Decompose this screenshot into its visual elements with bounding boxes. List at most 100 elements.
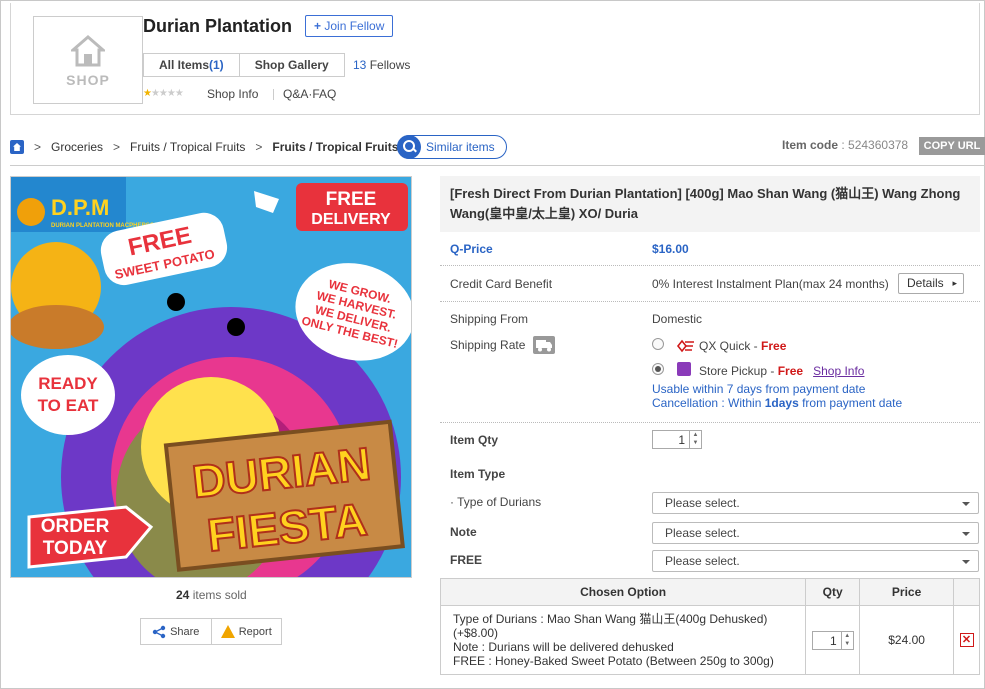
col-remove [953, 578, 980, 606]
tab-all-items-count: (1) [209, 58, 224, 72]
join-fellow-label: Join Fellow [324, 19, 385, 33]
remove-cell: ✕ [953, 605, 980, 675]
store-bag-icon [677, 362, 691, 376]
divider [273, 89, 274, 100]
shipping-rate-label: Shipping Rate [450, 338, 526, 352]
similar-items-button[interactable]: Similar items [397, 135, 507, 159]
chosen-option-desc: Type of Durians : Mao Shan Wang 猫山王(400g… [439, 605, 807, 675]
option-line: (+$8.00) [453, 626, 499, 640]
qa-faq-link[interactable]: Q&A·FAQ [283, 87, 336, 101]
item-qty-label: Item Qty [450, 433, 499, 447]
house-icon [68, 35, 108, 67]
item-code-value: 524360378 [848, 138, 909, 152]
chevron-right-icon: > [255, 140, 263, 154]
store-pickup-radio[interactable] [652, 363, 664, 375]
breadcrumb: > Groceries > Fruits / Tropical Fruits >… [10, 137, 408, 157]
type-of-durians-select[interactable]: Please select. [652, 492, 979, 514]
store-pickup-option: Store Pickup - Free Shop Info [699, 364, 864, 378]
ready-line1: READY [38, 374, 98, 393]
option-line: Note : Durians will be delivered dehuske… [453, 640, 674, 654]
divider [10, 165, 985, 166]
free-delivery-line1: FREE [326, 189, 377, 210]
shop-logo-text: SHOP [66, 72, 110, 88]
order-line1: ORDER [41, 516, 110, 537]
option-qty-value: 1 [830, 633, 837, 648]
qprice-value: $16.00 [652, 242, 689, 256]
truck-icon[interactable] [533, 336, 555, 354]
similar-items-label: Similar items [426, 140, 495, 154]
details-button[interactable]: Details [898, 273, 964, 294]
qx-quick-price: Free [761, 339, 787, 353]
star-icon: ★★★★ [150, 88, 184, 99]
join-fellow-button[interactable]: + Join Fellow [305, 15, 394, 37]
shop-name[interactable]: Durian Plantation [143, 16, 292, 37]
table-header-row: Chosen Option Qty Price [439, 578, 980, 606]
note-select[interactable]: Please select. [652, 522, 979, 544]
col-chosen-option: Chosen Option [439, 578, 807, 606]
item-code-label: Item code [782, 138, 839, 152]
search-icon [397, 135, 421, 159]
shipping-from-label: Shipping From [450, 312, 529, 326]
brand-text: D.P.M [51, 195, 109, 220]
shipping-from-value: Domestic [652, 312, 703, 326]
free-delivery-line2: DELIVERY [311, 211, 391, 228]
store-pickup-price: Free [777, 364, 804, 378]
divider [440, 422, 980, 423]
durian-mascot-icon [17, 198, 45, 226]
report-button[interactable]: Report [210, 619, 282, 644]
divider [440, 265, 980, 266]
stepper-arrows-icon[interactable]: ▲ ▼ [689, 431, 701, 448]
product-image[interactable]: D.P.M DURIAN PLANTATION MACPHERSON FREE … [10, 176, 412, 578]
order-line2: TODAY [43, 538, 108, 559]
cancel-note-post: from payment date [798, 396, 903, 410]
free-select[interactable]: Please select. [652, 550, 979, 572]
qx-quick-icon [676, 339, 696, 356]
chevron-right-icon: > [34, 140, 42, 154]
divider [440, 301, 980, 302]
item-qty-stepper[interactable]: 1 ▲ ▼ [652, 430, 702, 449]
product-banner: D.P.M DURIAN PLANTATION MACPHERSON FREE … [11, 177, 411, 577]
free-label: FREE [450, 553, 483, 567]
qprice-label: Q-Price [450, 242, 493, 256]
copy-url-button[interactable]: COPY URL [919, 137, 985, 155]
breadcrumb-groceries[interactable]: Groceries [51, 140, 103, 154]
item-code: Item code : 524360378 [782, 138, 909, 152]
home-icon[interactable] [10, 140, 24, 154]
item-qty-value: 1 [678, 433, 685, 447]
cancel-note-pre: Cancellation : Within [652, 396, 765, 410]
qx-quick-option: QX Quick - Free [699, 339, 786, 353]
tab-shop-gallery[interactable]: Shop Gallery [238, 54, 344, 76]
cancellation-note: Cancellation : Within 1days from payment… [652, 396, 902, 410]
product-title: [Fresh Direct From Durian Plantation] [4… [440, 176, 980, 232]
chosen-option-price: $24.00 [859, 605, 955, 675]
usable-note: Usable within 7 days from payment date [652, 382, 866, 396]
shop-tabs: All Items(1) Shop Gallery [143, 53, 345, 77]
breadcrumb-fruits[interactable]: Fruits / Tropical Fruits [130, 140, 245, 154]
qx-quick-radio[interactable] [652, 338, 664, 350]
plus-icon: + [314, 19, 322, 33]
note-label: Note [450, 525, 477, 539]
fellows-count[interactable]: 13 Fellows [353, 58, 410, 72]
store-shop-info-link[interactable]: Shop Info [813, 364, 864, 378]
option-qty-stepper[interactable]: 1 ▲ ▼ [811, 630, 854, 650]
shop-logo[interactable]: SHOP [33, 16, 143, 104]
shop-rating-stars: ★★★★★ [143, 88, 184, 99]
action-bar: Share Report [140, 618, 282, 645]
sold-label: items sold [192, 588, 247, 602]
tab-all-items[interactable]: All Items(1) [144, 54, 239, 76]
close-icon[interactable]: ✕ [959, 633, 974, 647]
fellows-number: 13 [353, 58, 367, 72]
chosen-options-table: Chosen Option Qty Price Type of Durians … [439, 578, 980, 675]
report-label: Report [238, 625, 272, 638]
sold-count: 24 [176, 588, 190, 602]
breadcrumb-current[interactable]: Fruits / Tropical Fruits [272, 140, 398, 154]
qx-quick-label: QX Quick - [699, 339, 758, 353]
fellows-label: Fellows [369, 58, 411, 72]
stepper-arrows-icon[interactable]: ▲ ▼ [840, 631, 853, 649]
star-icon: ★ [143, 88, 152, 99]
shop-info-link[interactable]: Shop Info [207, 87, 258, 101]
option-line: FREE : Honey-Baked Sweet Potato (Between… [453, 654, 774, 668]
share-label: Share [170, 625, 200, 638]
share-button[interactable]: Share [141, 619, 211, 644]
credit-benefit-label: Credit Card Benefit [450, 277, 553, 291]
